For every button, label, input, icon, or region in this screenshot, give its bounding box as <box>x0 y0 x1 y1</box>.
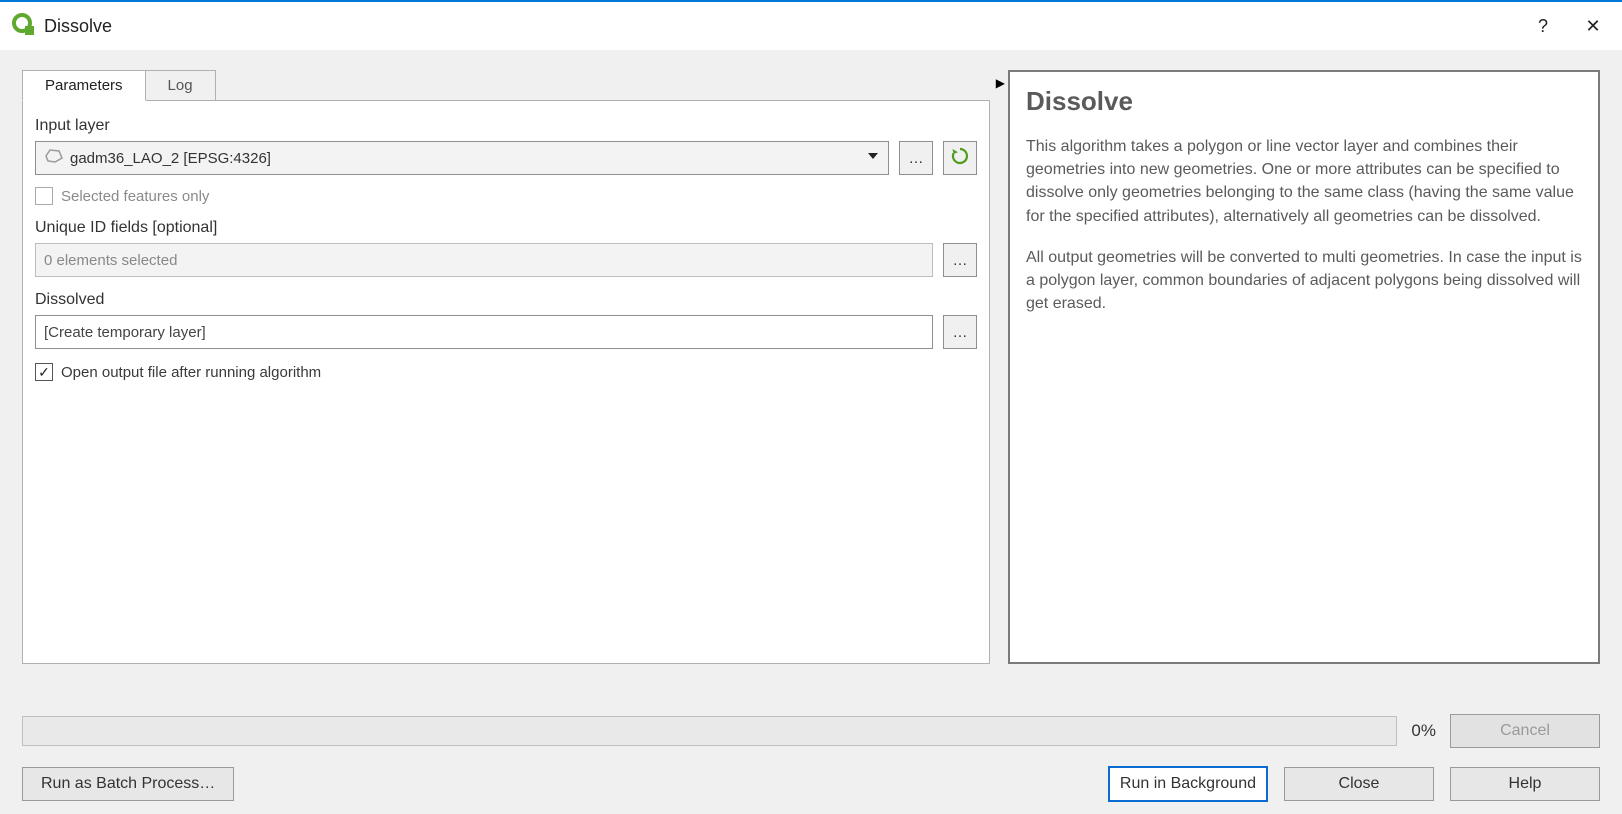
left-column: ▶ Parameters Log Input layer <box>22 70 990 664</box>
check-icon: ✓ <box>38 364 50 381</box>
tab-bar: Parameters Log <box>22 70 990 101</box>
unique-id-value: 0 elements selected <box>44 252 177 269</box>
help-panel: Dissolve This algorithm takes a polygon … <box>1008 70 1600 664</box>
cancel-button: Cancel <box>1450 714 1600 748</box>
ellipsis-icon: … <box>953 252 968 269</box>
question-icon: ? <box>1538 16 1548 37</box>
reload-icon <box>950 146 970 170</box>
run-as-batch-label: Run as Batch Process… <box>41 775 215 793</box>
open-output-checkbox[interactable]: ✓ <box>35 363 53 381</box>
open-output-label: Open output file after running algorithm <box>61 364 321 381</box>
dissolved-output-value: [Create temporary layer] <box>44 324 206 341</box>
iterate-layer-button[interactable] <box>943 141 977 175</box>
unique-id-field[interactable]: 0 elements selected <box>35 243 933 277</box>
help-button[interactable]: ? <box>1518 4 1568 48</box>
cancel-label: Cancel <box>1500 722 1550 740</box>
close-window-button[interactable]: ✕ <box>1568 4 1618 48</box>
bottom-area: 0% Cancel Run as Batch Process… Run in B… <box>22 714 1600 802</box>
help-label: Help <box>1509 775 1542 793</box>
qgis-logo-icon <box>10 11 36 41</box>
parameters-panel: Input layer gadm36_LAO_2 [EPSG:4326] <box>22 100 990 664</box>
chevron-down-icon <box>866 149 880 167</box>
dissolved-label: Dissolved <box>35 291 977 309</box>
input-layer-value: gadm36_LAO_2 [EPSG:4326] <box>70 150 271 167</box>
dissolved-output-field[interactable]: [Create temporary layer] <box>35 315 933 349</box>
selected-features-only-row: Selected features only <box>35 187 977 205</box>
tab-label: Parameters <box>45 77 123 94</box>
selected-features-only-label: Selected features only <box>61 188 209 205</box>
open-output-row: ✓ Open output file after running algorit… <box>35 363 977 381</box>
run-in-background-button[interactable]: Run in Background <box>1108 766 1268 802</box>
help-bottom-button[interactable]: Help <box>1450 767 1600 801</box>
close-button[interactable]: Close <box>1284 767 1434 801</box>
dialog-body: ▶ Parameters Log Input layer <box>0 50 1622 814</box>
input-layer-label: Input layer <box>35 117 977 135</box>
tab-label: Log <box>168 77 193 94</box>
ellipsis-icon: … <box>953 324 968 341</box>
progress-percent: 0% <box>1411 721 1436 741</box>
run-as-batch-button[interactable]: Run as Batch Process… <box>22 767 234 801</box>
selected-features-only-checkbox[interactable] <box>35 187 53 205</box>
help-paragraph-1: This algorithm takes a polygon or line v… <box>1026 135 1582 228</box>
ellipsis-icon: … <box>909 150 924 167</box>
dissolved-browse-button[interactable]: … <box>943 315 977 349</box>
titlebar: Dissolve ? ✕ <box>0 2 1622 50</box>
progress-bar <box>22 716 1397 746</box>
window-title: Dissolve <box>44 16 112 37</box>
unique-id-label: Unique ID fields [optional] <box>35 219 977 237</box>
unique-id-browse-button[interactable]: … <box>943 243 977 277</box>
tab-log[interactable]: Log <box>146 70 216 101</box>
tab-parameters[interactable]: Parameters <box>22 70 146 101</box>
close-icon: ✕ <box>1585 16 1600 37</box>
help-title: Dissolve <box>1026 86 1582 117</box>
polygon-layer-icon <box>44 148 64 168</box>
close-label: Close <box>1339 775 1380 793</box>
input-layer-browse-button[interactable]: … <box>899 141 933 175</box>
help-paragraph-2: All output geometries will be converted … <box>1026 246 1582 316</box>
collapse-help-icon[interactable]: ▶ <box>996 76 1005 90</box>
run-in-background-label: Run in Background <box>1120 775 1256 793</box>
input-layer-combo[interactable]: gadm36_LAO_2 [EPSG:4326] <box>35 141 889 175</box>
